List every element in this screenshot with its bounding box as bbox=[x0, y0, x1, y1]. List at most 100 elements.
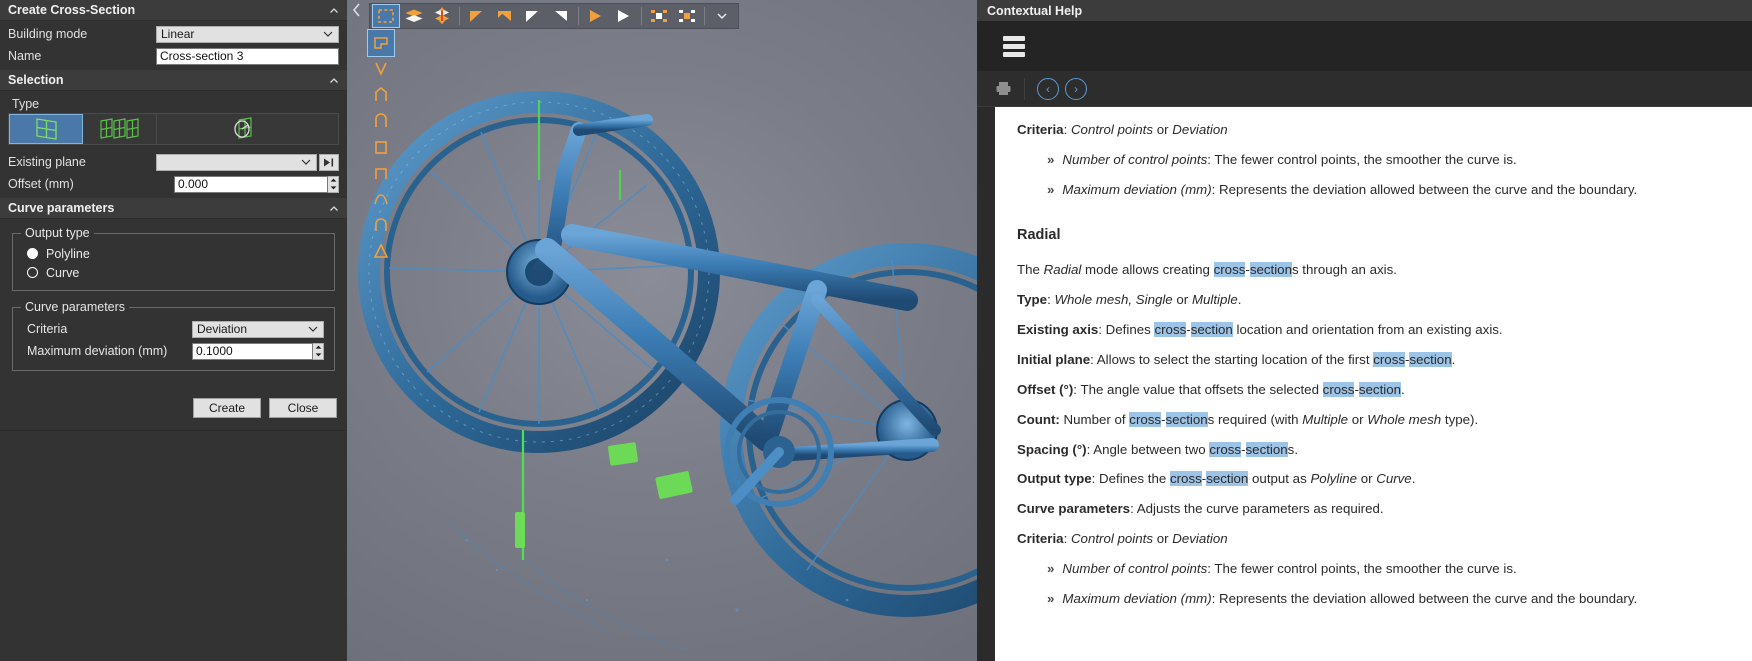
ip-b: . bbox=[1451, 351, 1456, 367]
arrow-right-triangle-icon[interactable] bbox=[492, 5, 518, 27]
intro-a: The bbox=[1017, 262, 1044, 278]
select-all-icon[interactable] bbox=[367, 29, 395, 57]
create-cross-section-panel: Create Cross-Section Building mode Linea… bbox=[0, 0, 347, 661]
output-type-option-curve[interactable]: Curve bbox=[21, 263, 326, 282]
highlight-section: section bbox=[1245, 441, 1288, 457]
ea-b: location and orientation from an existin… bbox=[1232, 321, 1503, 337]
3d-viewport[interactable] bbox=[347, 0, 977, 661]
type-value2: Multiple bbox=[1191, 291, 1238, 307]
ip-a: : Allows to select the starting location… bbox=[1090, 351, 1374, 367]
arrow-left-triangle-icon[interactable] bbox=[464, 5, 490, 27]
white-play-triangle-icon[interactable] bbox=[611, 5, 637, 27]
type-radial-planes-button[interactable] bbox=[157, 114, 338, 144]
help-type-line: Type: Whole mesh, Single or Multiple. bbox=[1017, 291, 1242, 307]
lasso-v-icon[interactable] bbox=[368, 56, 394, 82]
selection-rectangle-icon[interactable] bbox=[372, 4, 400, 28]
output-type-option-polyline[interactable]: Polyline bbox=[21, 244, 326, 263]
triangle-select-icon[interactable] bbox=[368, 238, 394, 264]
chevron-up-icon[interactable] bbox=[329, 5, 339, 15]
chevron-up-icon[interactable] bbox=[329, 203, 339, 213]
free-curve-select-icon[interactable] bbox=[368, 186, 394, 212]
existing-plane-select[interactable] bbox=[156, 153, 317, 171]
cnt-or: or bbox=[1348, 411, 1368, 427]
type-single-plane-button[interactable] bbox=[9, 114, 83, 144]
type-multiple-planes-button[interactable] bbox=[83, 114, 157, 144]
help-count-line: Count: Number of cross-sections required… bbox=[1017, 407, 1738, 433]
toolbar-overflow-chevron-icon[interactable] bbox=[709, 5, 735, 27]
rect-select-icon[interactable] bbox=[368, 134, 394, 160]
diamond-stack-icon[interactable] bbox=[429, 5, 455, 27]
ot-b: output as bbox=[1248, 471, 1311, 487]
criteria-select[interactable]: Deviation bbox=[192, 320, 324, 338]
max-deviation-stepper[interactable] bbox=[313, 342, 324, 360]
offset-stepper[interactable] bbox=[328, 175, 339, 193]
stepper-down-icon[interactable] bbox=[328, 184, 338, 192]
grid-deselect-icon[interactable] bbox=[674, 5, 700, 27]
toolbar-separator bbox=[641, 7, 642, 25]
hamburger-menu-icon[interactable] bbox=[1003, 35, 1025, 57]
stepper-down-icon[interactable] bbox=[313, 351, 323, 359]
selection-label: Selection bbox=[8, 73, 64, 87]
forward-circle-icon[interactable]: › bbox=[1065, 77, 1087, 100]
highlight-cross: cross bbox=[1154, 321, 1187, 337]
polygon-select-icon[interactable] bbox=[368, 82, 394, 108]
sp-b: s. bbox=[1287, 441, 1299, 457]
criteria-row: Criteria Deviation bbox=[21, 318, 326, 340]
highlight-cross: cross bbox=[1129, 411, 1162, 427]
help-radial-intro: The Radial mode allows creating cross-se… bbox=[1017, 257, 1738, 283]
name-row: Name Cross-section 3 bbox=[0, 45, 347, 67]
help-initial-plane-line: Initial plane: Allows to select the star… bbox=[1017, 347, 1738, 373]
toolbar-separator bbox=[578, 7, 579, 25]
criteria-term: Criteria bbox=[1017, 122, 1064, 137]
existing-plane-row: Existing plane bbox=[0, 151, 347, 173]
white-triangle-right-icon[interactable] bbox=[548, 5, 574, 27]
offset-term: Offset (°) bbox=[1017, 381, 1074, 397]
layers-icon[interactable] bbox=[401, 5, 427, 27]
stepper-up-icon[interactable] bbox=[328, 177, 338, 185]
chevron-down-icon bbox=[301, 155, 311, 169]
rect-select-2-icon[interactable] bbox=[368, 160, 394, 186]
off-a: : The angle value that offsets the selec… bbox=[1073, 381, 1323, 397]
stepper-up-icon[interactable] bbox=[313, 344, 323, 352]
radio-empty-icon bbox=[27, 267, 38, 278]
criteria-label: Criteria bbox=[27, 322, 68, 336]
highlight-cross: cross bbox=[1322, 381, 1355, 397]
close-button[interactable]: Close bbox=[269, 398, 337, 418]
name-input[interactable]: Cross-section 3 bbox=[156, 47, 339, 65]
rounded-rect-select-icon[interactable] bbox=[368, 108, 394, 134]
back-circle-icon[interactable]: ‹ bbox=[1037, 77, 1059, 100]
selection-section-header: Selection bbox=[0, 70, 347, 91]
cr2-em1: Control points bbox=[1070, 531, 1153, 547]
output-type-term: Output type bbox=[1017, 471, 1092, 487]
ea-a: : Defines bbox=[1098, 321, 1155, 337]
cnt-a: Number of bbox=[1059, 411, 1130, 427]
arch-select-icon[interactable] bbox=[368, 212, 394, 238]
name-value: Cross-section 3 bbox=[160, 49, 244, 63]
help-document-content[interactable]: Criteria: Control points or Deviation » N… bbox=[995, 107, 1752, 661]
contextual-help-panel: Contextual Help ‹ › Criteria: Control po… bbox=[977, 0, 1752, 661]
max-deviation-row: Maximum deviation (mm) 0.1000 bbox=[21, 340, 326, 362]
bullet-glyph-icon: » bbox=[1047, 591, 1055, 607]
white-triangle-left-icon[interactable] bbox=[520, 5, 546, 27]
max-deviation-input[interactable]: 0.1000 bbox=[192, 342, 313, 360]
help-bullet-control-points-bottom: » Number of control points: The fewer con… bbox=[1017, 556, 1738, 582]
grid-select-icon[interactable] bbox=[646, 5, 672, 27]
viewport-collapse-button[interactable] bbox=[351, 2, 363, 21]
pick-plane-button[interactable] bbox=[319, 153, 339, 171]
printer-icon[interactable] bbox=[995, 81, 1012, 96]
offset-row: Offset (mm) 0.000 bbox=[0, 173, 347, 195]
panel-footer-area bbox=[0, 430, 347, 661]
building-mode-value: Linear bbox=[161, 27, 195, 41]
highlight-cross: cross bbox=[1213, 262, 1246, 278]
help-curve-params-line: Curve parameters: Adjusts the curve para… bbox=[1017, 496, 1738, 522]
curve-parameters-section-header: Curve parameters bbox=[0, 198, 347, 219]
create-button[interactable]: Create bbox=[193, 398, 261, 418]
offset-input[interactable]: 0.000 bbox=[174, 175, 328, 193]
viewport-side-toolbar bbox=[367, 29, 395, 264]
play-triangle-icon[interactable] bbox=[583, 5, 609, 27]
chevron-up-icon[interactable] bbox=[329, 75, 339, 85]
highlight-section: section bbox=[1165, 411, 1208, 427]
building-mode-select[interactable]: Linear bbox=[156, 25, 339, 43]
ot-c: . bbox=[1411, 471, 1416, 487]
bullet-text: : Represents the deviation allowed betwe… bbox=[1211, 591, 1638, 607]
